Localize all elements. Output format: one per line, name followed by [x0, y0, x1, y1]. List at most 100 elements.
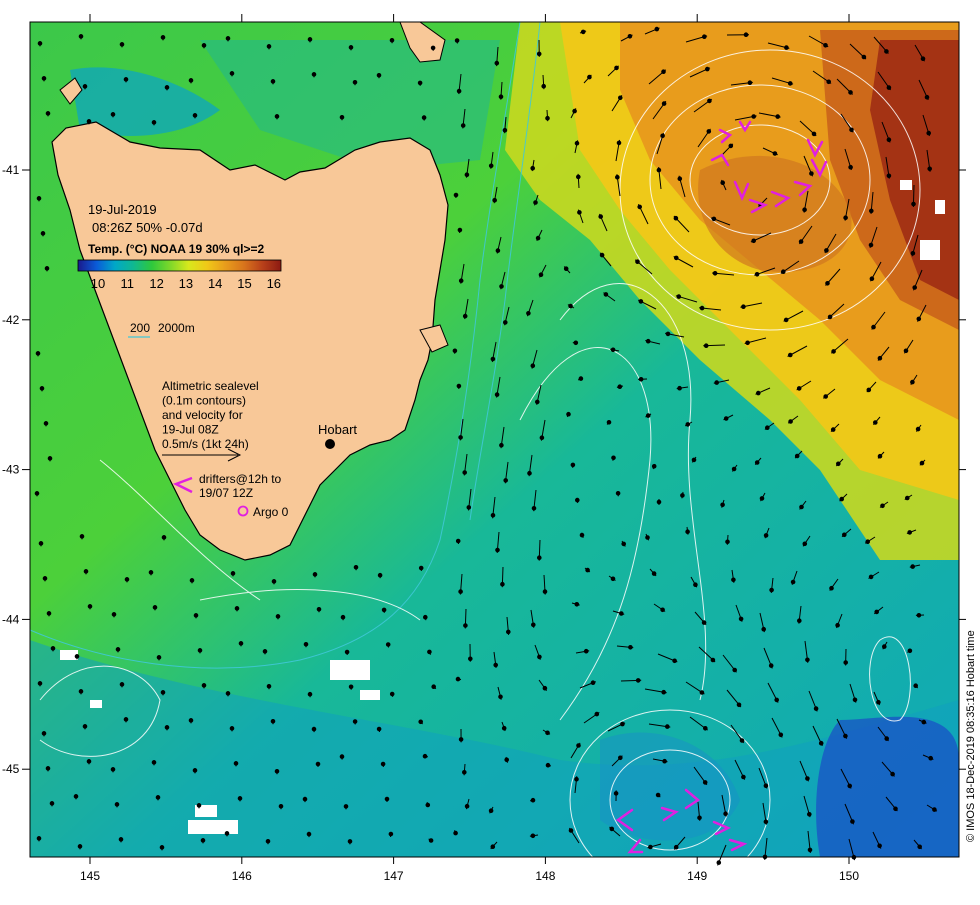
velocity-arrow-head: [622, 542, 626, 546]
velocity-arrow-head: [702, 621, 706, 625]
velocity-arrow-head: [313, 573, 317, 577]
velocity-arrow-head: [190, 579, 194, 583]
velocity-arrow-head: [652, 572, 656, 576]
velocity-arrow-head: [917, 317, 921, 321]
velocity-arrow-head: [303, 797, 307, 801]
velocity-arrow-head: [575, 777, 579, 781]
velocity-arrow-head: [775, 698, 779, 702]
velocity-arrow-head: [271, 720, 275, 724]
velocity-arrow-head: [238, 797, 242, 801]
velocity-arrow-head: [911, 565, 915, 569]
velocity-arrow-head: [42, 732, 46, 736]
velocity-arrow-head: [800, 505, 804, 509]
velocity-arrow-head: [542, 84, 546, 88]
velocity-arrow-head: [456, 539, 460, 543]
velocity-arrow-head: [795, 454, 799, 458]
velocity-arrow-head: [41, 232, 45, 236]
velocity-arrow-head: [755, 461, 759, 465]
velocity-arrow-head: [455, 39, 459, 43]
velocity-arrow-head: [534, 201, 538, 205]
colorbar-tick-label: 16: [267, 276, 281, 291]
velocity-arrow-head: [499, 695, 503, 699]
velocity-arrow-head: [591, 681, 595, 685]
velocity-arrow-head: [646, 339, 650, 343]
velocity-arrow-head: [742, 775, 746, 779]
velocity-arrow-head: [869, 575, 873, 579]
velocity-arrow-head: [825, 249, 829, 253]
velocity-arrow-head: [459, 590, 463, 594]
velocity-arrow-head: [784, 318, 788, 322]
velocity-arrow-head: [495, 393, 499, 397]
velocity-arrow-head: [463, 771, 467, 775]
velocity-arrow-head: [831, 428, 835, 432]
velocity-arrow-head: [419, 566, 423, 570]
velocity-arrow-head: [837, 462, 841, 466]
velocity-arrow-head: [600, 253, 604, 257]
velocity-arrow-head: [538, 556, 542, 560]
velocity-arrow-head: [666, 332, 670, 336]
velocity-arrow-head: [619, 756, 623, 760]
velocity-arrow-head: [656, 793, 660, 797]
velocity-arrow-head: [674, 845, 678, 849]
velocity-arrow-head: [532, 507, 536, 511]
velocity-arrow-head: [457, 384, 461, 388]
velocity-arrow-head: [125, 578, 129, 582]
velocity-arrow-head: [226, 692, 230, 696]
velocity-arrow-head: [46, 112, 50, 116]
velocity-arrow-head: [721, 503, 725, 507]
velocity-arrow-head: [467, 506, 471, 510]
colorbar-title: Temp. (°C) NOAA 19 30% ql>=2: [88, 242, 265, 256]
velocity-arrow-head: [639, 378, 643, 382]
velocity-arrow-head: [496, 249, 500, 253]
velocity-arrow-head: [810, 172, 814, 176]
velocity-arrow-head: [824, 44, 828, 48]
velocity-arrow-head: [698, 816, 702, 820]
velocity-arrow-head: [883, 645, 887, 649]
velocity-arrow-head: [189, 79, 193, 83]
velocity-arrow-head: [870, 209, 874, 213]
colorbar-tick-label: 13: [179, 276, 193, 291]
velocity-arrow-head: [673, 659, 677, 663]
velocity-arrow-head: [569, 304, 573, 308]
velocity-arrow-head: [83, 725, 87, 729]
velocity-arrow-head: [925, 95, 929, 99]
velocity-arrow-head: [826, 282, 830, 286]
velocity-arrow-head: [732, 578, 736, 582]
velocity-arrow-head: [703, 35, 707, 39]
velocity-arrow-head: [717, 861, 721, 865]
velocity-arrow-head: [267, 45, 271, 49]
velocity-arrow-head: [874, 421, 878, 425]
velocity-arrow-head: [230, 72, 234, 76]
velocity-arrow-head: [507, 630, 511, 634]
velocity-arrow-head: [493, 198, 497, 202]
velocity-arrow-head: [615, 66, 619, 70]
velocity-arrow-head: [464, 624, 468, 628]
velocity-arrow-head: [663, 759, 667, 763]
velocity-arrow-head: [225, 832, 229, 836]
velocity-arrow-head: [828, 315, 832, 319]
velocity-arrow-head: [47, 612, 51, 616]
velocity-arrow-head: [45, 267, 49, 271]
velocity-arrow-head: [843, 533, 847, 537]
velocity-arrow-head: [908, 649, 912, 653]
velocity-arrow-head: [156, 796, 160, 800]
velocity-arrow-head: [906, 496, 910, 500]
velocity-arrow-head: [42, 77, 46, 81]
velocity-arrow-head: [454, 193, 458, 197]
velocity-arrow-head: [911, 380, 915, 384]
velocity-arrow-head: [678, 177, 682, 181]
velocity-arrow-head: [748, 81, 752, 85]
velocity-arrow-head: [74, 795, 78, 799]
velocity-arrow-head: [661, 134, 665, 138]
velocity-arrow-head: [700, 306, 704, 310]
velocity-arrow-head: [263, 650, 267, 654]
velocity-arrow-head: [353, 81, 357, 85]
velocity-arrow-head: [904, 349, 908, 353]
velocity-arrow-head: [46, 767, 50, 771]
velocity-arrow-head: [115, 803, 119, 807]
velocity-arrow-head: [604, 293, 608, 297]
velocity-arrow-head: [704, 344, 708, 348]
velocity-arrow-head: [312, 73, 316, 77]
velocity-arrow-head: [649, 845, 653, 849]
velocity-arrow-head: [463, 314, 467, 318]
